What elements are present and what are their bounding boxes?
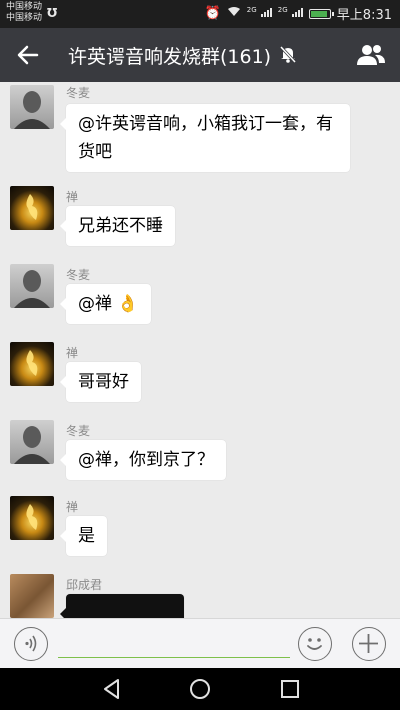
system-nav-bar <box>0 668 400 710</box>
voice-input-button[interactable] <box>14 627 48 661</box>
arrow-left-icon <box>17 45 39 65</box>
sender-name: 禅 <box>66 500 79 514</box>
carrier-1: 中国移动 <box>6 2 43 12</box>
message-bubble[interactable]: @禅 👌 <box>60 284 151 324</box>
status-time: 早上8:31 <box>336 8 392 23</box>
sender-name: 冬麦 <box>66 268 91 282</box>
carrier-labels: 中国移动 中国移动 <box>6 2 42 24</box>
sender-name: 邱成君 <box>66 578 103 592</box>
chat-title: 许英谔音响发烧群(161) <box>68 46 272 68</box>
avatar[interactable] <box>10 496 54 540</box>
emoji-button[interactable] <box>298 627 332 661</box>
nav-recents-square-icon[interactable] <box>278 677 302 701</box>
group-members-button[interactable] <box>354 40 388 70</box>
plus-icon <box>359 634 378 653</box>
avatar[interactable] <box>10 85 54 129</box>
message-bubble[interactable]: @许英谔音响，小箱我订一套，有货吧 <box>60 104 350 172</box>
message-bubble[interactable]: 是 <box>60 516 107 556</box>
message-bubble[interactable]: 哥哥好 <box>60 362 141 402</box>
wifi-icon <box>227 6 241 21</box>
more-actions-button[interactable] <box>352 627 386 661</box>
mute-bell-icon <box>279 45 297 64</box>
avatar[interactable] <box>10 264 54 308</box>
sender-name: 冬麦 <box>66 424 91 438</box>
input-bar <box>0 618 400 668</box>
message-input[interactable] <box>58 654 290 658</box>
sender-name: 冬麦 <box>66 86 91 100</box>
signal-2-icon: 2G <box>278 6 303 21</box>
signal-1-icon: 2G <box>247 6 272 21</box>
sync-status-icon: Ʊ <box>47 6 58 20</box>
status-icons: ⏰ 2G 2G 早上8:31 <box>205 4 392 23</box>
avatar[interactable] <box>10 574 54 618</box>
avatar[interactable] <box>10 186 54 230</box>
group-people-icon <box>357 45 385 65</box>
sender-name: 禅 <box>66 190 79 204</box>
back-button[interactable] <box>10 38 46 72</box>
battery-icon <box>308 8 334 19</box>
message-bubble[interactable] <box>60 594 184 618</box>
nav-back-triangle-icon[interactable] <box>100 677 124 701</box>
message-bubble[interactable]: 兄弟还不睡 <box>60 206 175 246</box>
carrier-2: 中国移动 <box>6 13 43 23</box>
nav-home-circle-icon[interactable] <box>188 677 212 701</box>
voice-icon <box>25 635 37 652</box>
smiley-icon <box>307 638 322 650</box>
message-bubble[interactable]: @禅，你到京了？ <box>60 440 226 480</box>
status-bar: 中国移动 中国移动 Ʊ ⏰ 2G 2G 早上8:31 <box>0 0 400 28</box>
sender-name: 禅 <box>66 346 79 360</box>
chat-header: 许英谔音响发烧群(161) <box>0 28 400 82</box>
avatar[interactable] <box>10 342 54 386</box>
avatar[interactable] <box>10 420 54 464</box>
message-list[interactable]: 冬麦 @许英谔音响，小箱我订一套，有货吧 禅 兄弟还不睡 冬麦 @禅 👌 禅 哥… <box>0 82 400 618</box>
alarm-icon: ⏰ <box>204 6 221 21</box>
